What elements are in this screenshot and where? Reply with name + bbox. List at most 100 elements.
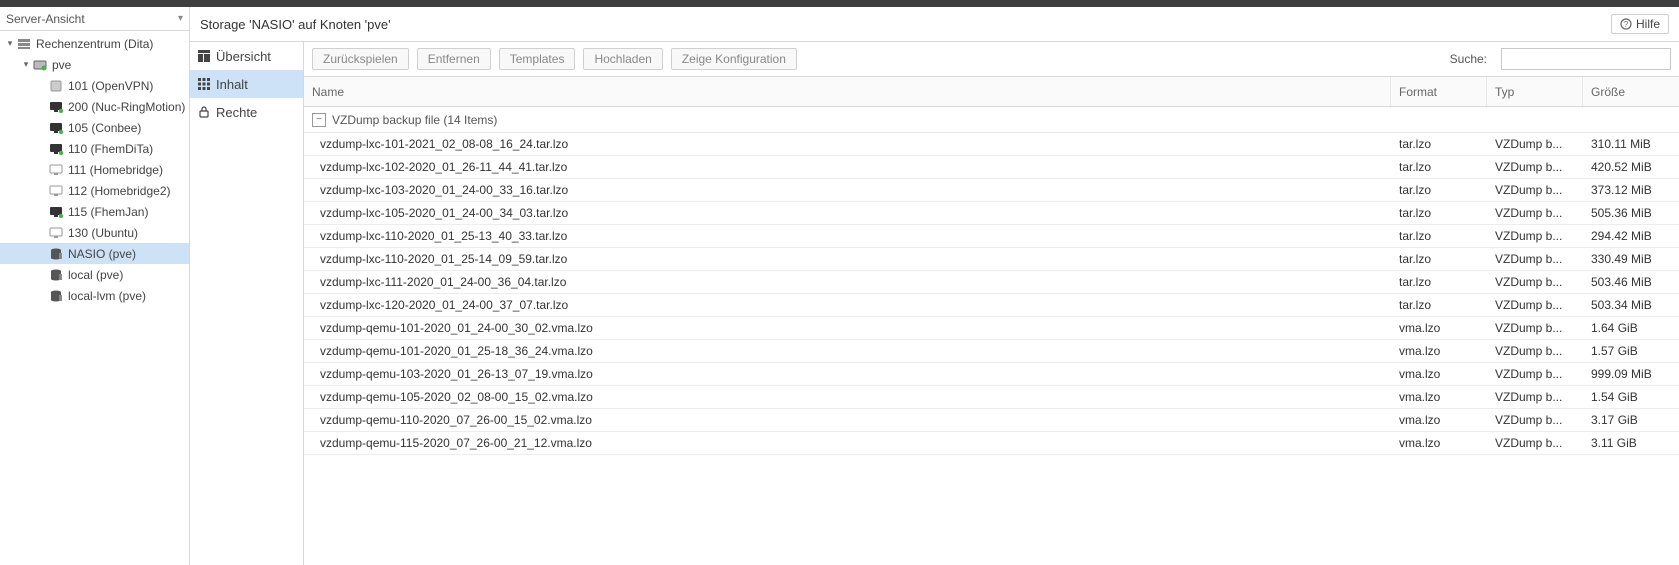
tree-item[interactable]: ▾ pve bbox=[0, 54, 189, 75]
table-row[interactable]: vzdump-lxc-101-2021_02_08-08_16_24.tar.l… bbox=[304, 133, 1679, 156]
col-header-size[interactable]: Größe bbox=[1583, 77, 1679, 106]
cell-name: vzdump-lxc-101-2021_02_08-08_16_24.tar.l… bbox=[304, 137, 1391, 151]
cell-format: tar.lzo bbox=[1391, 160, 1487, 174]
tree-item-label: Rechenzentrum (Dita) bbox=[36, 37, 153, 51]
cell-format: tar.lzo bbox=[1391, 275, 1487, 289]
toolbar: Zurückspielen Entfernen Templates Hochla… bbox=[304, 42, 1679, 77]
cell-name: vzdump-lxc-110-2020_01_25-13_40_33.tar.l… bbox=[304, 229, 1391, 243]
grid-body: −VZDump backup file (14 Items) vzdump-lxc… bbox=[304, 107, 1679, 565]
tree-item[interactable]: 112 (Homebridge2) bbox=[0, 180, 189, 201]
tree-item-label: 115 (FhemJan) bbox=[68, 205, 148, 219]
grid-icon bbox=[198, 78, 210, 90]
chevron-down-icon[interactable]: ▾ bbox=[20, 59, 32, 70]
svg-text:?: ? bbox=[1624, 20, 1629, 29]
cell-format: vma.lzo bbox=[1391, 321, 1487, 335]
table-row[interactable]: vzdump-lxc-110-2020_01_25-13_40_33.tar.l… bbox=[304, 225, 1679, 248]
nav-item-übersicht[interactable]: Übersicht bbox=[190, 42, 303, 70]
tree-item-label: 105 (Conbee) bbox=[68, 121, 141, 135]
tree-item[interactable]: 105 (Conbee) bbox=[0, 117, 189, 138]
cell-name: vzdump-lxc-102-2020_01_26-11_44_41.tar.l… bbox=[304, 160, 1391, 174]
tree-item[interactable]: NASIO (pve) bbox=[0, 243, 189, 264]
chevron-down-icon[interactable]: ▾ bbox=[4, 38, 16, 49]
tree-item[interactable]: 110 (FhemDiTa) bbox=[0, 138, 189, 159]
table-row[interactable]: vzdump-lxc-102-2020_01_26-11_44_41.tar.l… bbox=[304, 156, 1679, 179]
tree-item-label: 130 (Ubuntu) bbox=[68, 226, 138, 240]
storage-icon bbox=[48, 267, 64, 283]
qemu-off-icon bbox=[48, 225, 64, 241]
col-header-format[interactable]: Format bbox=[1391, 77, 1487, 106]
table-row[interactable]: vzdump-lxc-103-2020_01_24-00_33_16.tar.l… bbox=[304, 179, 1679, 202]
tree-item-label: pve bbox=[52, 58, 71, 72]
qemu-on-icon bbox=[48, 99, 64, 115]
cell-type: VZDump b... bbox=[1487, 160, 1583, 174]
table-row[interactable]: vzdump-qemu-115-2020_07_26-00_21_12.vma.… bbox=[304, 432, 1679, 455]
tree-item[interactable]: local-lvm (pve) bbox=[0, 285, 189, 306]
cell-size: 503.46 MiB bbox=[1583, 275, 1679, 289]
cell-type: VZDump b... bbox=[1487, 183, 1583, 197]
help-label: Hilfe bbox=[1636, 17, 1660, 31]
tree-item-label: local (pve) bbox=[68, 268, 123, 282]
cell-type: VZDump b... bbox=[1487, 137, 1583, 151]
search-input[interactable] bbox=[1501, 48, 1671, 70]
cell-name: vzdump-lxc-105-2020_01_24-00_34_03.tar.l… bbox=[304, 206, 1391, 220]
table-row[interactable]: vzdump-lxc-110-2020_01_25-14_09_59.tar.l… bbox=[304, 248, 1679, 271]
table-row[interactable]: vzdump-qemu-105-2020_02_08-00_15_02.vma.… bbox=[304, 386, 1679, 409]
nav-item-label: Inhalt bbox=[216, 77, 248, 92]
table-row[interactable]: vzdump-qemu-101-2020_01_25-18_36_24.vma.… bbox=[304, 340, 1679, 363]
cell-type: VZDump b... bbox=[1487, 229, 1583, 243]
cell-size: 420.52 MiB bbox=[1583, 160, 1679, 174]
restore-button[interactable]: Zurückspielen bbox=[312, 48, 409, 70]
cell-name: vzdump-qemu-115-2020_07_26-00_21_12.vma.… bbox=[304, 436, 1391, 450]
cell-name: vzdump-qemu-101-2020_01_24-00_30_02.vma.… bbox=[304, 321, 1391, 335]
templates-button[interactable]: Templates bbox=[499, 48, 576, 70]
tree-item[interactable]: 130 (Ubuntu) bbox=[0, 222, 189, 243]
tree-item[interactable]: local (pve) bbox=[0, 264, 189, 285]
view-selector-label: Server-Ansicht bbox=[6, 12, 85, 26]
qemu-off-icon bbox=[48, 183, 64, 199]
cell-size: 3.17 GiB bbox=[1583, 413, 1679, 427]
help-icon: ? bbox=[1620, 18, 1632, 30]
table-row[interactable]: vzdump-lxc-105-2020_01_24-00_34_03.tar.l… bbox=[304, 202, 1679, 225]
cell-format: vma.lzo bbox=[1391, 367, 1487, 381]
help-button[interactable]: ? Hilfe bbox=[1611, 14, 1669, 34]
cell-name: vzdump-qemu-103-2020_01_26-13_07_19.vma.… bbox=[304, 367, 1391, 381]
cell-size: 999.09 MiB bbox=[1583, 367, 1679, 381]
nav-item-inhalt[interactable]: Inhalt bbox=[190, 70, 303, 98]
cell-size: 3.11 GiB bbox=[1583, 436, 1679, 450]
tree-item[interactable]: 200 (Nuc-RingMotion) bbox=[0, 96, 189, 117]
group-label: VZDump backup file (14 Items) bbox=[332, 113, 497, 127]
table-row[interactable]: vzdump-lxc-111-2020_01_24-00_36_04.tar.l… bbox=[304, 271, 1679, 294]
cell-size: 330.49 MiB bbox=[1583, 252, 1679, 266]
view-selector[interactable]: Server-Ansicht ▾ bbox=[0, 7, 189, 31]
col-header-name[interactable]: Name bbox=[304, 77, 1391, 106]
cell-format: tar.lzo bbox=[1391, 183, 1487, 197]
nav-item-label: Rechte bbox=[216, 105, 257, 120]
group-row[interactable]: −VZDump backup file (14 Items) bbox=[304, 107, 1679, 133]
nav-item-rechte[interactable]: Rechte bbox=[190, 98, 303, 126]
table-row[interactable]: vzdump-qemu-103-2020_01_26-13_07_19.vma.… bbox=[304, 363, 1679, 386]
showconfig-button[interactable]: Zeige Konfiguration bbox=[671, 48, 797, 70]
lxc-off-icon bbox=[48, 78, 64, 94]
tree-item[interactable]: 101 (OpenVPN) bbox=[0, 75, 189, 96]
remove-button[interactable]: Entfernen bbox=[417, 48, 491, 70]
table-row[interactable]: vzdump-lxc-120-2020_01_24-00_37_07.tar.l… bbox=[304, 294, 1679, 317]
col-header-type[interactable]: Typ bbox=[1487, 77, 1583, 106]
dashboard-icon bbox=[198, 50, 210, 62]
qemu-on-net-icon bbox=[48, 120, 64, 136]
tree-item[interactable]: 115 (FhemJan) bbox=[0, 201, 189, 222]
content-header: Storage 'NASIO' auf Knoten 'pve' ? Hilfe bbox=[190, 7, 1679, 42]
table-row[interactable]: vzdump-qemu-110-2020_07_26-00_15_02.vma.… bbox=[304, 409, 1679, 432]
upload-button[interactable]: Hochladen bbox=[583, 48, 662, 70]
cell-format: tar.lzo bbox=[1391, 137, 1487, 151]
cell-type: VZDump b... bbox=[1487, 321, 1583, 335]
node-icon bbox=[32, 57, 48, 73]
cell-format: tar.lzo bbox=[1391, 229, 1487, 243]
resource-tree: ▾ Rechenzentrum (Dita) ▾ pve 101 (OpenVPN)20… bbox=[0, 31, 189, 565]
tree-item[interactable]: ▾ Rechenzentrum (Dita) bbox=[0, 33, 189, 54]
cell-format: vma.lzo bbox=[1391, 390, 1487, 404]
table-row[interactable]: vzdump-qemu-101-2020_01_24-00_30_02.vma.… bbox=[304, 317, 1679, 340]
tree-item[interactable]: 111 (Homebridge) bbox=[0, 159, 189, 180]
cell-type: VZDump b... bbox=[1487, 252, 1583, 266]
tree-item-label: 110 (FhemDiTa) bbox=[68, 142, 153, 156]
cell-name: vzdump-lxc-110-2020_01_25-14_09_59.tar.l… bbox=[304, 252, 1391, 266]
